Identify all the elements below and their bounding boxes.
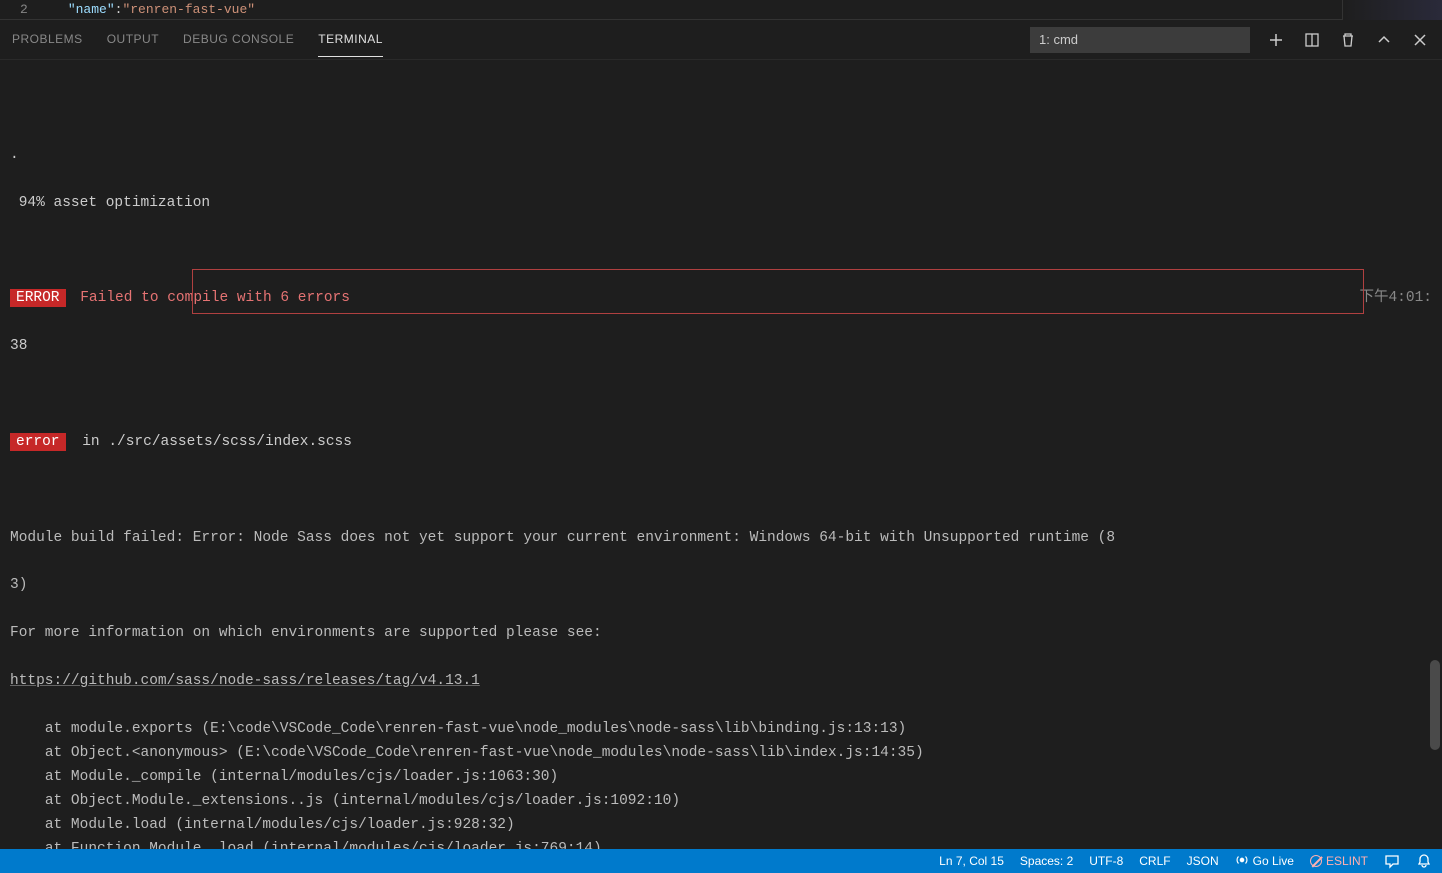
terminal-selector[interactable]: 1: cmd: [1030, 27, 1250, 53]
panel-controls: 1: cmd: [1030, 27, 1430, 53]
terminal-stack-line: at Module.load (internal/modules/cjs/loa…: [10, 814, 1432, 838]
terminal-output[interactable]: . 94% asset optimization ERROR Failed to…: [0, 60, 1442, 849]
terminal-line: [10, 239, 1432, 263]
status-eol[interactable]: CRLF: [1139, 854, 1170, 868]
json-string: "renren-fast-vue": [122, 2, 255, 17]
status-spaces[interactable]: Spaces: 2: [1020, 854, 1073, 868]
eslint-disabled-icon: [1310, 855, 1322, 867]
status-eslint[interactable]: ESLINT: [1310, 854, 1368, 868]
terminal-line: error in ./src/assets/scss/index.scss: [10, 431, 1432, 455]
maximize-panel-button[interactable]: [1374, 30, 1394, 50]
terminal-scrollbar[interactable]: [1430, 660, 1440, 750]
minimap[interactable]: [1342, 0, 1442, 20]
terminal-stack-line: at module.exports (E:\code\VSCode_Code\r…: [10, 718, 1432, 742]
status-language[interactable]: JSON: [1187, 854, 1219, 868]
tab-debug-console[interactable]: DEBUG CONSOLE: [183, 22, 294, 57]
terminal-stack-line: at Function.Module._load (internal/modul…: [10, 838, 1432, 850]
terminal-line: [10, 383, 1432, 407]
terminal-line: https://github.com/sass/node-sass/releas…: [10, 670, 1432, 694]
error-location: in ./src/assets/scss/index.scss: [74, 434, 352, 450]
terminal-stack-line: at Object.Module._extensions..js (intern…: [10, 790, 1432, 814]
terminal-line: .: [10, 144, 1432, 168]
tab-output[interactable]: OUTPUT: [107, 22, 159, 57]
new-terminal-button[interactable]: [1266, 30, 1286, 50]
status-bar: Ln 7, Col 15 Spaces: 2 UTF-8 CRLF JSON G…: [0, 849, 1442, 873]
editor-strip: 2 "name": "renren-fast-vue": [0, 0, 1442, 20]
terminal-line: [10, 479, 1432, 503]
terminal-line: For more information on which environmen…: [10, 622, 1432, 646]
terminal-line: 3): [10, 574, 1432, 598]
panel-header: PROBLEMS OUTPUT DEBUG CONSOLE TERMINAL 1…: [0, 20, 1442, 60]
tab-terminal[interactable]: TERMINAL: [318, 22, 383, 57]
terminal-line: 94% asset optimization: [10, 192, 1432, 216]
terminal-stack-line: at Object.<anonymous> (E:\code\VSCode_Co…: [10, 742, 1432, 766]
status-bell[interactable]: [1416, 853, 1432, 869]
tab-problems[interactable]: PROBLEMS: [12, 22, 83, 57]
terminal-line: 38: [10, 335, 1432, 359]
timestamp: 下午4:01:: [1359, 287, 1432, 311]
split-terminal-button[interactable]: [1302, 30, 1322, 50]
terminal-line: Module build failed: Error: Node Sass do…: [10, 527, 1432, 551]
error-message: Failed to compile with 6 errors: [72, 290, 350, 306]
error-badge: ERROR: [10, 289, 66, 307]
panel-tabs: PROBLEMS OUTPUT DEBUG CONSOLE TERMINAL: [12, 22, 383, 57]
error-badge: error: [10, 433, 66, 451]
json-key: "name": [68, 2, 115, 17]
terminal-selector-label: 1: cmd: [1039, 32, 1078, 47]
close-panel-button[interactable]: [1410, 30, 1430, 50]
terminal-stack-line: at Module._compile (internal/modules/cjs…: [10, 766, 1432, 790]
json-punc: :: [115, 2, 123, 17]
terminal-line: ERROR Failed to compile with 6 errors 下午4…: [10, 287, 1432, 311]
status-feedback[interactable]: [1384, 853, 1400, 869]
broadcast-icon: [1235, 853, 1249, 870]
status-golive[interactable]: Go Live: [1235, 853, 1294, 870]
kill-terminal-button[interactable]: [1338, 30, 1358, 50]
status-ln-col[interactable]: Ln 7, Col 15: [939, 854, 1004, 868]
line-number: 2: [20, 2, 28, 17]
status-encoding[interactable]: UTF-8: [1089, 854, 1123, 868]
